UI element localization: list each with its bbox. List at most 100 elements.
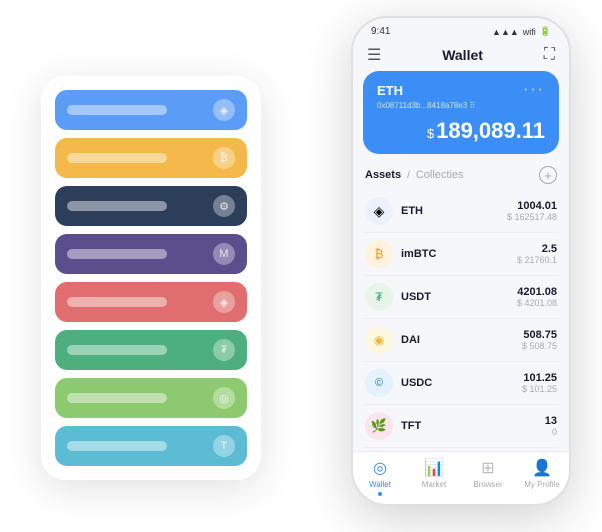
tab-assets[interactable]: Assets xyxy=(365,169,401,181)
token-list: ◈ ETH 1004.01 $ 162517.48 ₿ imBTC 2.5 $ … xyxy=(353,190,569,451)
usdt-token-usd: $ 4201.08 xyxy=(517,298,557,308)
usdc-token-usd: $ 101.25 xyxy=(522,384,557,394)
tab-market[interactable]: 📊 Market xyxy=(407,458,461,496)
assets-tabs: Assets / Collecties xyxy=(365,169,464,181)
stack-card-bar xyxy=(67,345,167,355)
stack-card-orange[interactable]: ₿ xyxy=(55,138,247,178)
profile-icon: 👤 xyxy=(532,458,552,478)
market-icon: 📊 xyxy=(424,458,444,478)
tab-profile[interactable]: 👤 My Profile xyxy=(515,458,569,496)
stack-card-bar xyxy=(67,153,167,163)
stack-card-icon-green: ₮ xyxy=(213,339,235,361)
stack-card-blue[interactable]: ◈ xyxy=(55,90,247,130)
token-item-eth[interactable]: ◈ ETH 1004.01 $ 162517.48 xyxy=(363,190,559,233)
usdc-token-amount: 101.25 xyxy=(522,372,557,384)
usdc-token-amounts: 101.25 $ 101.25 xyxy=(522,372,557,394)
stack-card-icon-dark: ⚙ xyxy=(213,195,235,217)
wifi-icon: wifi xyxy=(523,27,536,37)
usdt-token-amounts: 4201.08 $ 4201.08 xyxy=(517,286,557,308)
battery-icon: 🔋 xyxy=(540,26,551,37)
stack-card-dark[interactable]: ⚙ xyxy=(55,186,247,226)
tab-wallet[interactable]: ◎ Wallet xyxy=(353,458,407,496)
stack-card-bar xyxy=(67,393,167,403)
phone: 9:41 ▲▲▲ wifi 🔋 ☰ Wallet ⛶ ETH ··· 0x087… xyxy=(351,16,571,506)
eth-menu-dots[interactable]: ··· xyxy=(523,81,545,99)
tab-slash: / xyxy=(407,170,410,181)
eth-currency-prefix: $ xyxy=(427,126,434,141)
wallet-icon: ◎ xyxy=(373,458,387,478)
menu-icon[interactable]: ☰ xyxy=(367,45,381,65)
tab-bar: ◎ Wallet 📊 Market ⊞ Browser 👤 My Profile xyxy=(353,451,569,504)
eth-token-usd: $ 162517.48 xyxy=(507,212,557,222)
stack-card-icon-teal: T xyxy=(213,435,235,457)
stack-card-icon-lightgreen: ◎ xyxy=(213,387,235,409)
stack-card-icon-blue: ◈ xyxy=(213,99,235,121)
dai-token-amounts: 508.75 $ 508.75 xyxy=(522,329,557,351)
page-title: Wallet xyxy=(442,47,483,63)
stack-card-red[interactable]: ◈ xyxy=(55,282,247,322)
wallet-tab-label: Wallet xyxy=(369,480,391,489)
stack-card-icon-purple: M xyxy=(213,243,235,265)
add-token-button[interactable]: + xyxy=(539,166,557,184)
eth-token-amount: 1004.01 xyxy=(507,200,557,212)
market-tab-label: Market xyxy=(422,480,446,489)
stack-card-bar xyxy=(67,105,167,115)
token-item-dai[interactable]: ◉ DAI 508.75 $ 508.75 xyxy=(363,319,559,362)
tft-icon: 🌿 xyxy=(365,412,393,440)
wallet-tab-indicator xyxy=(378,492,382,496)
assets-header: Assets / Collecties + xyxy=(353,162,569,190)
stack-card-purple[interactable]: M xyxy=(55,234,247,274)
usdt-token-amount: 4201.08 xyxy=(517,286,557,298)
eth-address: 0x08711d3b...8418a78e3 ⠿ xyxy=(377,101,545,110)
stack-card-bar xyxy=(67,201,167,211)
scene: ◈ ₿ ⚙ M ◈ ₮ ◎ T xyxy=(21,16,581,516)
tab-browser[interactable]: ⊞ Browser xyxy=(461,458,515,496)
eth-token-amounts: 1004.01 $ 162517.48 xyxy=(507,200,557,222)
eth-card[interactable]: ETH ··· 0x08711d3b...8418a78e3 ⠿ $189,08… xyxy=(363,71,559,154)
eth-label: ETH xyxy=(377,83,403,98)
stack-card-green[interactable]: ₮ xyxy=(55,330,247,370)
nav-bar: ☰ Wallet ⛶ xyxy=(353,41,569,71)
stack-card-teal[interactable]: T xyxy=(55,426,247,466)
tft-token-usd: 0 xyxy=(545,427,557,437)
token-item-usdt[interactable]: ₮ USDT 4201.08 $ 4201.08 xyxy=(363,276,559,319)
tft-token-amount: 13 xyxy=(545,415,557,427)
stack-card-lightgreen[interactable]: ◎ xyxy=(55,378,247,418)
status-icons: ▲▲▲ wifi 🔋 xyxy=(492,26,551,37)
imbtc-icon: ₿ xyxy=(365,240,393,268)
status-time: 9:41 xyxy=(371,26,390,37)
usdt-icon: ₮ xyxy=(365,283,393,311)
stack-card-icon-orange: ₿ xyxy=(213,147,235,169)
usdt-token-name: USDT xyxy=(401,291,517,303)
token-item-imbtc[interactable]: ₿ imBTC 2.5 $ 21760.1 xyxy=(363,233,559,276)
stack-card-bar xyxy=(67,441,167,451)
dai-token-name: DAI xyxy=(401,334,522,346)
dai-token-amount: 508.75 xyxy=(522,329,557,341)
signal-icon: ▲▲▲ xyxy=(492,27,519,37)
dai-icon: ◉ xyxy=(365,326,393,354)
stack-card-bar xyxy=(67,249,167,259)
tft-token-amounts: 13 0 xyxy=(545,415,557,437)
eth-token-name: ETH xyxy=(401,205,507,217)
imbtc-token-usd: $ 21760.1 xyxy=(517,255,557,265)
tab-collecties[interactable]: Collecties xyxy=(416,169,464,181)
imbtc-token-name: imBTC xyxy=(401,248,517,260)
dai-token-usd: $ 508.75 xyxy=(522,341,557,351)
token-item-tft[interactable]: 🌿 TFT 13 0 xyxy=(363,405,559,448)
browser-icon: ⊞ xyxy=(481,458,494,478)
stack-card-icon-red: ◈ xyxy=(213,291,235,313)
profile-tab-label: My Profile xyxy=(524,480,560,489)
tft-token-name: TFT xyxy=(401,420,545,432)
eth-balance: $189,089.11 xyxy=(377,118,545,144)
eth-card-header: ETH ··· xyxy=(377,81,545,99)
browser-tab-label: Browser xyxy=(473,480,502,489)
stack-card-bar xyxy=(67,297,167,307)
eth-icon: ◈ xyxy=(365,197,393,225)
eth-amount-value: 189,089.11 xyxy=(436,118,545,143)
imbtc-token-amounts: 2.5 $ 21760.1 xyxy=(517,243,557,265)
token-item-usdc[interactable]: © USDC 101.25 $ 101.25 xyxy=(363,362,559,405)
expand-icon[interactable]: ⛶ xyxy=(544,46,555,64)
status-bar: 9:41 ▲▲▲ wifi 🔋 xyxy=(353,18,569,41)
usdc-icon: © xyxy=(365,369,393,397)
imbtc-token-amount: 2.5 xyxy=(517,243,557,255)
